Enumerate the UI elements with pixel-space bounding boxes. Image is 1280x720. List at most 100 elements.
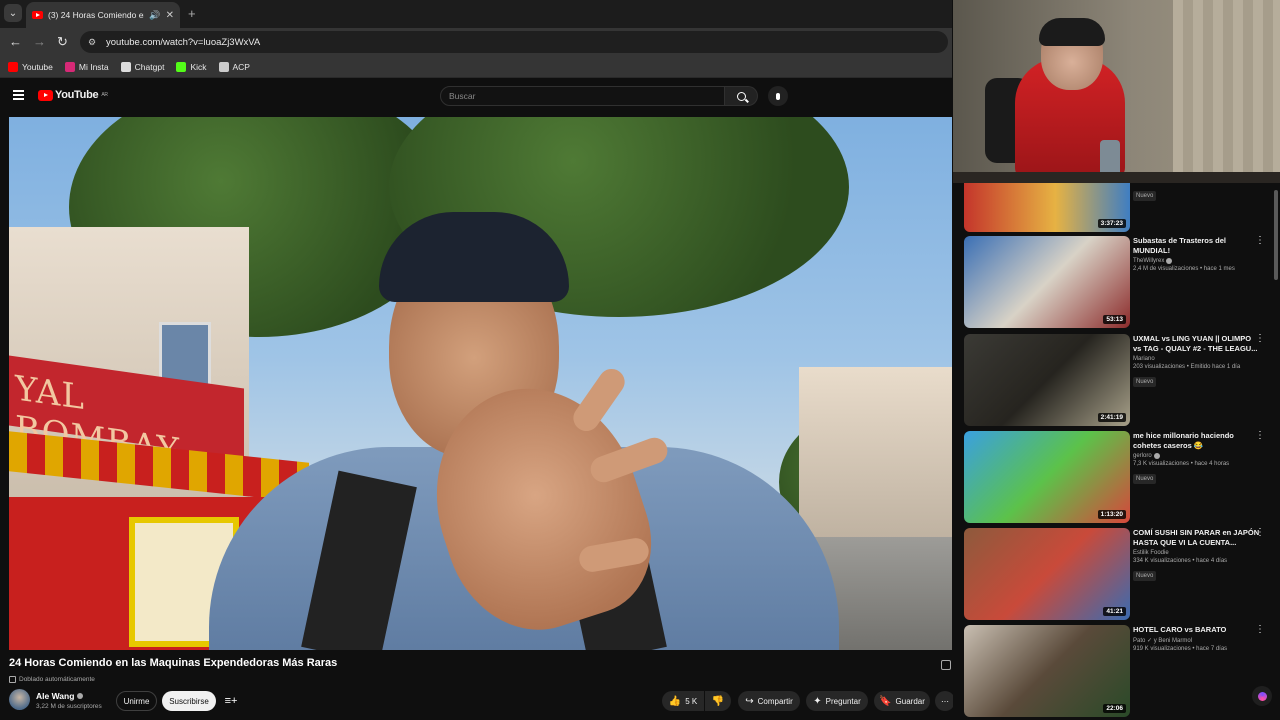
youtube-icon: [8, 61, 18, 72]
bookmark-mi-insta[interactable]: Mi Insta: [64, 61, 109, 72]
dubbed-indicator: Doblado automáticamente: [9, 676, 95, 683]
video-meta: Subastas de Trasteros del MUNDIAL! TheWil…: [1133, 236, 1265, 273]
more-options-icon[interactable]: ⋮: [1255, 625, 1265, 635]
youtube-logo[interactable]: YouTube AR: [38, 89, 108, 101]
related-video-title[interactable]: COMÍ SUSHI SIN PARAR en JAPÓN HASTA QUE …: [1133, 528, 1261, 548]
assistant-button[interactable]: [1252, 686, 1272, 706]
channel-label: Mariano: [1133, 356, 1155, 362]
more-options-icon[interactable]: ⋮: [1255, 236, 1265, 246]
save-label: Guardar: [895, 696, 925, 706]
dislike-button[interactable]: 👎: [705, 691, 731, 711]
channel-label: Pato ✓ y Beni Marmol: [1133, 638, 1193, 644]
channel-name[interactable]: Ale Wang: [36, 691, 84, 701]
save-button[interactable]: 🔖 Guardar: [874, 691, 930, 711]
channel-label: TheWillyrex: [1133, 258, 1165, 264]
related-video-channel[interactable]: Mariano: [1133, 356, 1261, 362]
video-duration: 22:06: [1103, 704, 1126, 713]
bookmark-label: Chatgpt: [134, 61, 165, 72]
related-video-item[interactable]: 1:13:20 me hice millonario haciendo cohet…: [964, 431, 1274, 523]
related-video-title[interactable]: UXMAL vs LING YUAN || OLIMPO vs TAG - QU…: [1133, 334, 1261, 354]
verified-icon: [77, 693, 84, 699]
tab-title: (3) 24 Horas Comiendo en las Maquinas Ex…: [48, 10, 144, 20]
dubbed-icon: [9, 676, 16, 683]
subscribe-button[interactable]: Suscribirse: [162, 691, 216, 711]
video-thumbnail[interactable]: 53:13: [964, 236, 1130, 328]
related-video-channel[interactable]: Estilik Foodie: [1133, 550, 1261, 556]
search-input[interactable]: Buscar: [440, 86, 725, 106]
search-button[interactable]: [725, 86, 758, 106]
video-meta: me hice millonario haciendo cohetes case…: [1133, 431, 1265, 485]
video-player[interactable]: YAL BOMBAY: [9, 117, 952, 650]
related-video-item[interactable]: 53:13 Subastas de Trasteros del MUNDIAL! T…: [964, 236, 1274, 328]
menu-icon[interactable]: [13, 90, 24, 100]
new-badge: Nuevo: [1133, 571, 1157, 581]
ask-button[interactable]: ✦ Preguntar: [806, 691, 868, 711]
back-arrow-icon[interactable]: ←: [9, 34, 22, 50]
channel-avatar[interactable]: [9, 689, 30, 710]
bookmark-acp[interactable]: ACP: [218, 61, 250, 72]
description-icon[interactable]: [941, 660, 951, 670]
url-text: youtube.com/watch?v=luoaZj3WxVA: [106, 36, 261, 48]
related-video-channel[interactable]: Pato ✓ y Beni Marmol: [1133, 637, 1261, 644]
new-tab-icon[interactable]: +: [188, 6, 196, 21]
site-info-icon[interactable]: ⚙: [88, 37, 98, 47]
related-video-item[interactable]: 22:06 HOTEL CARO vs BARATO Pato ✓ y Beni M…: [964, 625, 1274, 717]
video-thumbnail[interactable]: 1:13:20: [964, 431, 1130, 523]
playlist-add-icon[interactable]: ≡+: [222, 691, 240, 711]
close-tab-icon[interactable]: ✕: [166, 10, 174, 21]
new-badge: Nuevo: [1133, 377, 1157, 387]
join-button[interactable]: Unirme: [116, 691, 157, 711]
voice-search-button[interactable]: [768, 86, 788, 106]
related-video-channel[interactable]: gerloro: [1133, 453, 1261, 459]
partial-video-thumbnail[interactable]: 3:37:23: [964, 183, 1130, 232]
bookmark-chatgpt[interactable]: Chatgpt: [120, 61, 165, 72]
subscriber-count: 3,22 M de suscriptores: [36, 703, 102, 710]
microphone-icon: [776, 92, 780, 100]
webcam-overlay: [953, 0, 1280, 183]
reload-icon[interactable]: ↻: [57, 34, 68, 50]
bookmark-kick[interactable]: Kick: [176, 61, 207, 72]
video-thumbnail[interactable]: 2:41:19: [964, 334, 1130, 426]
related-video-item[interactable]: 2:41:19 UXMAL vs LING YUAN || OLIMPO vs T…: [964, 334, 1274, 426]
more-actions-icon[interactable]: ⋯: [935, 691, 955, 711]
video-meta: UXMAL vs LING YUAN || OLIMPO vs TAG - QU…: [1133, 334, 1265, 388]
video-thumbnail[interactable]: 41:21: [964, 528, 1130, 620]
video-duration: 41:21: [1103, 607, 1126, 616]
more-options-icon[interactable]: ⋮: [1255, 334, 1265, 344]
tab-strip: ⌄ (3) 24 Horas Comiendo en las Maquinas …: [0, 0, 952, 28]
speaker-icon[interactable]: 🔊: [149, 10, 160, 21]
related-video-item[interactable]: 41:21 COMÍ SUSHI SIN PARAR en JAPÓN HASTA…: [964, 528, 1274, 620]
video-duration: 53:13: [1103, 315, 1126, 324]
share-button[interactable]: ↪ Compartir: [738, 691, 800, 711]
youtube-header: YouTube AR Buscar: [0, 79, 952, 115]
new-badge: Nuevo: [1133, 474, 1157, 484]
related-video-title[interactable]: Subastas de Trasteros del MUNDIAL!: [1133, 236, 1261, 256]
youtube-logo-icon: [38, 89, 53, 101]
related-video-title[interactable]: me hice millonario haciendo cohetes case…: [1133, 431, 1261, 451]
more-options-icon[interactable]: ⋮: [1255, 431, 1265, 441]
related-video-channel[interactable]: TheWillyrex: [1133, 258, 1261, 264]
url-input[interactable]: ⚙ youtube.com/watch?v=luoaZj3WxVA: [80, 31, 948, 53]
bookmark-label: Youtube: [22, 61, 53, 72]
partial-video-meta: Nuevo: [1133, 184, 1157, 202]
channel-label: Estilik Foodie: [1133, 550, 1169, 556]
instagram-icon: [64, 61, 75, 72]
related-video-title[interactable]: HOTEL CARO vs BARATO: [1133, 625, 1261, 635]
sidebar-scrollbar[interactable]: [1274, 190, 1278, 280]
thumbs-up-icon: 👍: [668, 695, 682, 707]
chatgpt-icon: [120, 61, 131, 72]
sparkle-icon: ✦: [813, 695, 822, 707]
share-icon: ↪: [745, 695, 754, 707]
bookmark-youtube[interactable]: Youtube: [8, 61, 53, 72]
like-button[interactable]: 👍 5 K: [662, 691, 704, 711]
related-video-stats: 7,3 K visualizaciones • hace 4 horas: [1133, 461, 1230, 467]
channel-label: gerloro: [1133, 453, 1152, 459]
video-thumbnail[interactable]: 22:06: [964, 625, 1130, 717]
forward-arrow-icon[interactable]: →: [33, 34, 46, 50]
tab-search-icon[interactable]: ⌄: [4, 4, 22, 22]
browser-tab[interactable]: (3) 24 Horas Comiendo en las Maquinas Ex…: [26, 2, 180, 28]
video-meta: COMÍ SUSHI SIN PARAR en JAPÓN HASTA QUE …: [1133, 528, 1265, 582]
ask-label: Preguntar: [825, 696, 861, 706]
more-options-icon[interactable]: ⋮: [1255, 528, 1265, 538]
bookmark-icon: 🔖: [879, 695, 892, 707]
